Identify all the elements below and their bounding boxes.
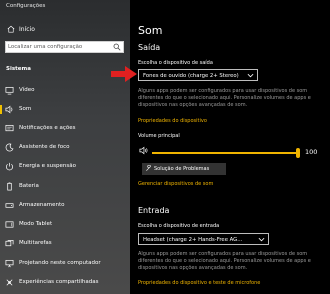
sidebar-item-notifications[interactable]: Notificações e ações <box>0 121 130 135</box>
sidebar-item-label: Bateria <box>19 183 39 189</box>
project-icon <box>5 259 14 268</box>
chevron-down-icon <box>247 73 254 78</box>
sidebar-item-label: Assistente de foco <box>19 144 70 150</box>
tablet-icon <box>5 221 14 228</box>
sidebar-item-power[interactable]: Energia e suspensão <box>0 159 130 173</box>
input-description: Alguns apps podem ser configurados para … <box>138 251 311 271</box>
sidebar-item-label: Energia e suspensão <box>19 163 76 169</box>
sidebar-item-label: Projetando neste computador <box>19 260 101 266</box>
volume-speaker-icon[interactable] <box>139 146 148 155</box>
sidebar-item-tablet-mode[interactable]: Modo Tablet <box>0 217 130 231</box>
output-device-value: Fones de ouvido (charge 2+ Stereo) <box>143 72 239 79</box>
troubleshoot-button[interactable]: Solução de Problemas <box>142 163 226 175</box>
sidebar-item-label: Modo Tablet <box>19 221 53 227</box>
output-description: Alguns apps podem ser configurados para … <box>138 88 311 108</box>
home-icon <box>7 25 15 33</box>
main-panel: Som Saída Escolha o dispositivo de saída… <box>130 0 330 294</box>
sidebar-item-video[interactable]: Vídeo <box>0 83 130 97</box>
notification-icon <box>5 124 14 132</box>
manage-devices-link[interactable]: Gerenciar dispositivos de som <box>138 181 213 187</box>
volume-slider[interactable] <box>152 148 300 158</box>
sidebar-item-label: Experiências compartilhadas <box>19 279 99 285</box>
output-properties-link[interactable]: Propriedades do dispositivo <box>138 118 207 124</box>
sidebar-home-label: Início <box>19 26 35 33</box>
window-title: Configurações <box>6 3 46 9</box>
sidebar-item-label: Notificações e ações <box>19 125 76 131</box>
speaker-icon <box>5 105 13 114</box>
sidebar-item-storage[interactable]: Armazenamento <box>0 198 130 212</box>
monitor-icon <box>5 86 14 95</box>
sidebar-item-label: Multitarefas <box>19 240 52 246</box>
sidebar: Configurações Início Sistema Vídeo <box>0 0 130 294</box>
input-device-value: Headset (charge 2+ Hands-Free AG... <box>143 236 243 243</box>
search-input[interactable] <box>8 42 112 52</box>
sidebar-item-multitasking[interactable]: Multitarefas <box>0 236 130 250</box>
storage-icon <box>5 203 14 208</box>
shared-icon <box>6 279 13 286</box>
sidebar-home[interactable]: Início <box>0 22 130 36</box>
moon-icon <box>5 143 14 152</box>
red-arrow-annotation <box>111 66 137 82</box>
input-device-dropdown[interactable]: Headset (charge 2+ Hands-Free AG... <box>138 233 269 245</box>
input-heading: Entrada <box>138 206 170 215</box>
input-device-label: Escolha o dispositivo de entrada <box>138 223 220 229</box>
wrench-icon <box>146 165 151 171</box>
search-icon[interactable] <box>113 43 121 51</box>
sidebar-item-label: Som <box>19 106 32 112</box>
volume-label: Volume principal <box>138 133 180 139</box>
power-icon <box>5 162 14 171</box>
chevron-down-icon <box>258 237 265 242</box>
settings-window: Configurações Início Sistema Vídeo <box>0 0 330 294</box>
sidebar-item-label: Armazenamento <box>19 202 65 208</box>
input-properties-link[interactable]: Propriedades do dispositivo e teste de m… <box>138 280 260 286</box>
page-title: Som <box>138 24 163 37</box>
sidebar-item-shared-experiences[interactable]: Experiências compartilhadas <box>0 275 130 289</box>
output-heading: Saída <box>138 43 161 52</box>
volume-slider-fill <box>152 152 298 154</box>
output-device-dropdown[interactable]: Fones de ouvido (charge 2+ Stereo) <box>138 69 258 81</box>
sidebar-item-label: Vídeo <box>19 87 35 93</box>
multitask-icon <box>5 239 14 247</box>
battery-icon <box>7 182 12 191</box>
sidebar-item-focus-assist[interactable]: Assistente de foco <box>0 140 130 154</box>
sidebar-item-projecting[interactable]: Projetando neste computador <box>0 256 130 270</box>
search-box[interactable] <box>5 41 124 53</box>
output-device-label: Escolha o dispositivo de saída <box>138 60 213 66</box>
troubleshoot-label: Solução de Problemas <box>154 166 210 172</box>
sidebar-section-label: Sistema <box>6 66 31 72</box>
sidebar-item-sound[interactable]: Som <box>0 102 130 116</box>
volume-value: 100 <box>305 148 318 156</box>
volume-slider-thumb[interactable] <box>296 148 300 158</box>
sidebar-item-battery[interactable]: Bateria <box>0 179 130 193</box>
